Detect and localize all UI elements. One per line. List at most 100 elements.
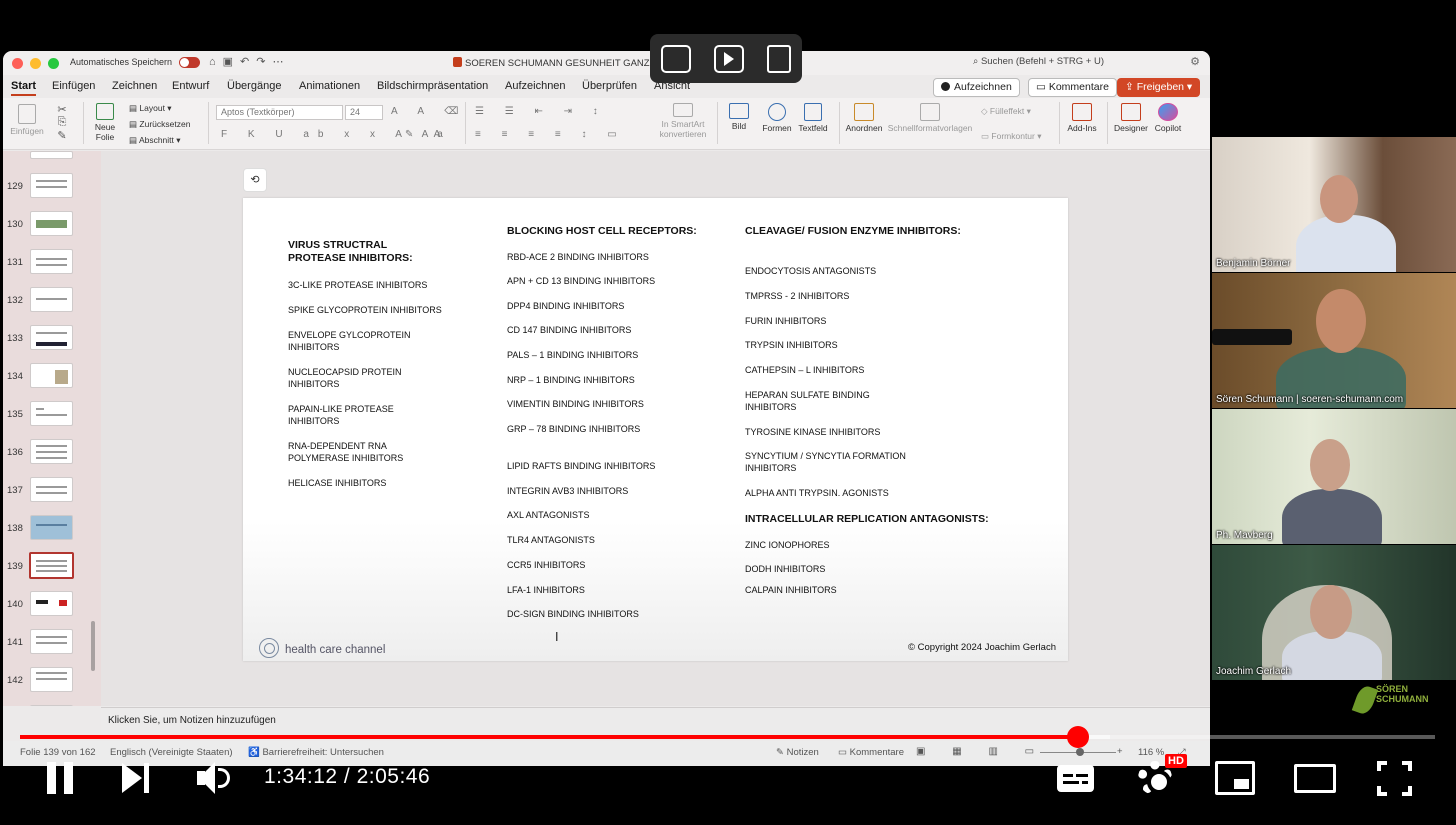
tab-slideshow[interactable]: Bildschirmpräsentation	[377, 80, 488, 92]
thumbnail-scrollbar[interactable]	[91, 621, 95, 671]
youtube-player[interactable]: { "ppt": { "autosave_label": "Automatisc…	[0, 0, 1456, 825]
tab-draw[interactable]: Zeichnen	[112, 80, 157, 92]
slide-number: 138	[7, 523, 23, 534]
minimize-window-button[interactable]	[30, 58, 41, 69]
zoom-level[interactable]: 116 %	[1138, 747, 1164, 758]
zoom-window-button[interactable]	[48, 58, 59, 69]
language-status[interactable]: Englisch (Vereinigte Staaten)	[110, 747, 233, 758]
list-item: CATHEPSIN – L INHIBITORS	[745, 365, 865, 375]
slide-thumbnail[interactable]: 137	[3, 477, 101, 507]
participant-video[interactable]: Sören Schumann | soeren-schumann.com	[1212, 273, 1456, 408]
slide-thumbnail[interactable]: 130	[3, 211, 101, 241]
comments-toggle[interactable]: ▭ Kommentare	[838, 747, 904, 758]
close-window-button[interactable]	[12, 58, 23, 69]
present-icon[interactable]	[713, 44, 744, 73]
slide-thumbnail[interactable]: 132	[3, 287, 101, 317]
next-video-button[interactable]	[122, 763, 152, 793]
tab-animations[interactable]: Animationen	[299, 80, 360, 92]
slide-thumbnail[interactable]: 135	[3, 401, 101, 431]
slide-thumbnail[interactable]: 136	[3, 439, 101, 469]
slide-thumbnail[interactable]: 138	[3, 515, 101, 545]
list-item: DC-SIGN BINDING INHIBITORS	[507, 609, 639, 619]
comments-button[interactable]: ▭ Kommentare	[1028, 78, 1117, 97]
slide-thumbnail[interactable]: 133	[3, 325, 101, 355]
col1-header: VIRUS STRUCTRAL PROTEASE INHIBITORS:	[288, 239, 413, 264]
record-button[interactable]: Aufzeichnen	[933, 78, 1020, 97]
outline-button[interactable]: ▭ Formkontur ▾	[981, 131, 1042, 142]
copilot-button[interactable]: Copilot	[1151, 103, 1185, 133]
tab-transitions[interactable]: Übergänge	[227, 80, 281, 92]
picture-button[interactable]: Bild	[723, 103, 755, 131]
list-item: SYNCYTIUM / SYNCYTIA FORMATION INHIBITOR…	[745, 451, 906, 473]
zoom-slider-knob[interactable]	[1076, 748, 1084, 756]
accessibility-status[interactable]: ♿ Barrierefreiheit: Untersuchen	[248, 747, 384, 758]
list-item: CALPAIN INHIBITORS	[745, 585, 837, 595]
notes-pane[interactable]: Klicken Sie, um Notizen hinzuzufügen	[101, 707, 1210, 733]
paste-button[interactable]: Einfügen	[9, 104, 45, 136]
slide-thumbnail[interactable]: 143	[3, 705, 101, 706]
pause-icon	[47, 762, 56, 794]
list-icons[interactable]: ☰ ☰ ⇤ ⇥ ↕	[475, 106, 607, 117]
section-button[interactable]: ▤ Abschnitt ▾	[129, 135, 181, 146]
slide-number: 135	[7, 409, 23, 420]
tab-insert[interactable]: Einfügen	[52, 80, 95, 92]
slide-thumbnail[interactable]: 142	[3, 667, 101, 697]
slide-thumbnail[interactable]: 141	[3, 629, 101, 659]
slide-thumbnail[interactable]: 134	[3, 363, 101, 393]
autosave-toggle[interactable]	[179, 57, 200, 68]
slide-thumbnail[interactable]: 129	[3, 173, 101, 203]
notes-star-icon[interactable]	[766, 44, 791, 73]
new-slide-label: Neue Folie	[94, 122, 116, 142]
fullscreen-button[interactable]	[1377, 761, 1412, 796]
tab-design[interactable]: Entwurf	[172, 80, 209, 92]
cut-copy-icons[interactable]: ✂ ⎘ ✎	[53, 103, 71, 142]
theater-mode-button[interactable]	[1294, 764, 1336, 793]
volume-button[interactable]	[197, 762, 233, 794]
participant-video[interactable]: Ph. Mavberg	[1212, 409, 1456, 544]
shapes-button[interactable]: Formen	[760, 103, 794, 133]
share-button[interactable]: ⇪ Freigeben ▾	[1117, 78, 1201, 97]
participant-face	[1320, 175, 1358, 223]
highlight-color-icons[interactable]: ✎ A	[405, 129, 449, 140]
progress-scrubber[interactable]	[1067, 726, 1089, 748]
slide-thumbnail-pane[interactable]: 129 130 131 132 133 134 135 136 137 138 …	[3, 151, 101, 706]
participant-video[interactable]: Benjamin Börner	[1212, 137, 1456, 272]
slide-139[interactable]: VIRUS STRUCTRAL PROTEASE INHIBITORS: 3C-…	[243, 198, 1068, 661]
tab-start[interactable]: Start	[11, 80, 37, 96]
alignment-icons[interactable]: ≡ ≡ ≡ ≡ ↕ ▭	[475, 129, 626, 140]
exit-window-icon[interactable]	[661, 44, 692, 73]
miniplayer-button[interactable]	[1215, 761, 1255, 795]
quick-styles-button[interactable]: Schnellformatvorlagen	[887, 103, 973, 133]
font-name-select[interactable]: Aptos (Textkörper)	[216, 105, 343, 120]
col3-header-2: INTRACELLULAR REPLICATION ANTAGONISTS:	[745, 513, 989, 525]
subtitles-button[interactable]	[1057, 765, 1094, 792]
slide-thumbnail[interactable]: 131	[3, 249, 101, 279]
addins-button[interactable]: Add-Ins	[1065, 103, 1099, 133]
tab-record[interactable]: Aufzeichnen	[505, 80, 566, 92]
new-slide-button[interactable]: Neue Folie	[87, 103, 123, 142]
notes-toggle[interactable]: ✎ Notizen	[776, 747, 819, 758]
textbox-button[interactable]: Textfeld	[797, 103, 829, 133]
pause-button[interactable]	[47, 762, 73, 794]
participant-face	[1310, 585, 1352, 639]
font-size-select[interactable]: 24	[345, 105, 383, 120]
title-bar: Automatisches Speichern ⌂▣↶↷⋯ SOEREN SCH…	[3, 51, 1210, 75]
participant-video[interactable]: Joachim Gerlach	[1212, 545, 1456, 680]
layout-button[interactable]: ▤ Layout ▾	[129, 103, 172, 114]
tab-review[interactable]: Überprüfen	[582, 80, 637, 92]
view-buttons[interactable]: ▣ ▦ ▥ ▭	[916, 746, 1046, 757]
fill-effect-button[interactable]: ◇ Fülleffekt ▾	[981, 106, 1031, 117]
slide-thumbnail-selected[interactable]: 139	[3, 552, 101, 583]
account-icon[interactable]: ⚙	[1190, 55, 1200, 68]
slide-thumbnail[interactable]: 140	[3, 591, 101, 621]
font-grow-shrink-icons[interactable]: A A ⌫	[391, 106, 467, 117]
smartart-button[interactable]: In SmartArt konvertieren	[655, 103, 711, 139]
slide-tool-icon[interactable]: ⟲	[243, 168, 267, 192]
search-box[interactable]: ⌕ Suchen (Befehl + STRG + U)	[973, 56, 1104, 67]
reset-button[interactable]: ▤ Zurücksetzen	[129, 119, 190, 130]
arrange-button[interactable]: Anordnen	[845, 103, 883, 133]
zoom-in-icon[interactable]: +	[1117, 746, 1123, 757]
designer-button[interactable]: Designer	[1113, 103, 1149, 133]
slide-number: 134	[7, 371, 23, 382]
quick-access-icons[interactable]: ⌂▣↶↷⋯	[209, 55, 290, 68]
